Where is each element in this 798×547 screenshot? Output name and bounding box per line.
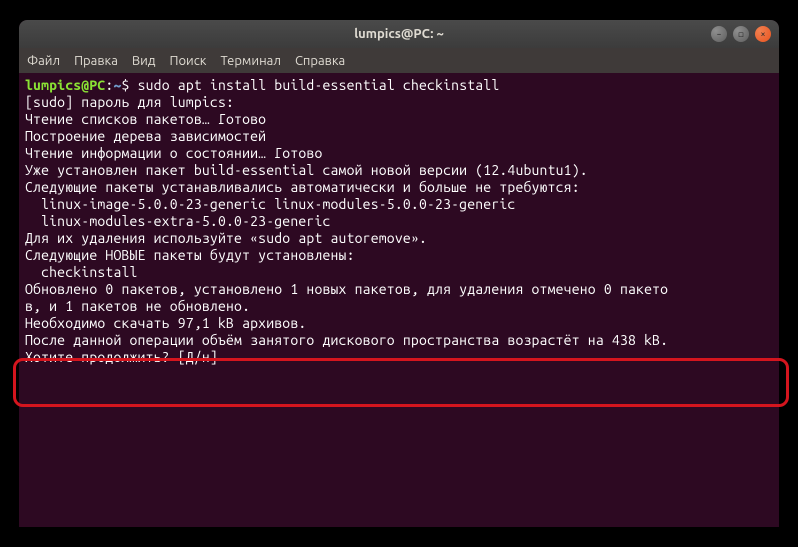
output-line: checkinstall	[25, 264, 138, 280]
menu-search[interactable]: Поиск	[169, 54, 206, 68]
prompt-path: ~	[113, 77, 121, 93]
menu-terminal[interactable]: Терминал	[220, 54, 280, 68]
titlebar: lumpics@PC: ~ – ◻ ×	[19, 20, 779, 48]
menu-view[interactable]: Вид	[132, 54, 156, 68]
window-title: lumpics@PC: ~	[354, 27, 444, 41]
terminal-output[interactable]: lumpics@PC:~$ sudo apt install build-ess…	[19, 73, 779, 370]
output-line: Обновлено 0 пакетов, установлено 1 новых…	[25, 281, 668, 297]
output-prompt: Хотите продолжить? [Д/н]	[25, 349, 226, 365]
prompt-userhost: lumpics@PC	[25, 77, 105, 93]
output-line: Необходимо скачать 97,1 kB архивов.	[25, 315, 306, 331]
output-line: После данной операции объём занятого дис…	[25, 332, 668, 348]
menu-file[interactable]: Файл	[27, 54, 60, 68]
terminal-window: lumpics@PC: ~ – ◻ × Файл Правка Вид Поис…	[19, 20, 779, 527]
output-line: linux-image-5.0.0-23-generic linux-modul…	[25, 196, 515, 212]
output-line: [sudo] пароль для lumpics:	[25, 94, 234, 110]
output-line: Чтение списков пакетов… Готово	[25, 111, 266, 127]
menu-help[interactable]: Справка	[295, 54, 345, 68]
output-line: Следующие пакеты устанавливались автомат…	[25, 179, 580, 195]
output-line: в, и 1 пакетов не обновлено.	[25, 298, 250, 314]
prompt-symbol: $	[122, 77, 138, 93]
command-text: sudo apt install build-essential checkin…	[138, 77, 500, 93]
close-button[interactable]: ×	[755, 26, 771, 42]
output-line: Уже установлен пакет build-essential сам…	[25, 162, 588, 178]
output-line: Для их удаления используйте «sudo apt au…	[25, 230, 427, 246]
menu-edit[interactable]: Правка	[74, 54, 118, 68]
output-line: Следующие НОВЫЕ пакеты будут установлены…	[25, 247, 355, 263]
output-line: linux-modules-extra-5.0.0-23-generic	[25, 213, 331, 229]
menubar: Файл Правка Вид Поиск Терминал Справка	[19, 48, 779, 73]
minimize-button[interactable]: –	[711, 26, 727, 42]
output-line: Чтение информации о состоянии… Готово	[25, 145, 322, 161]
maximize-button[interactable]: ◻	[733, 26, 749, 42]
output-line: Построение дерева зависимостей	[25, 128, 266, 144]
window-controls: – ◻ ×	[711, 26, 771, 42]
